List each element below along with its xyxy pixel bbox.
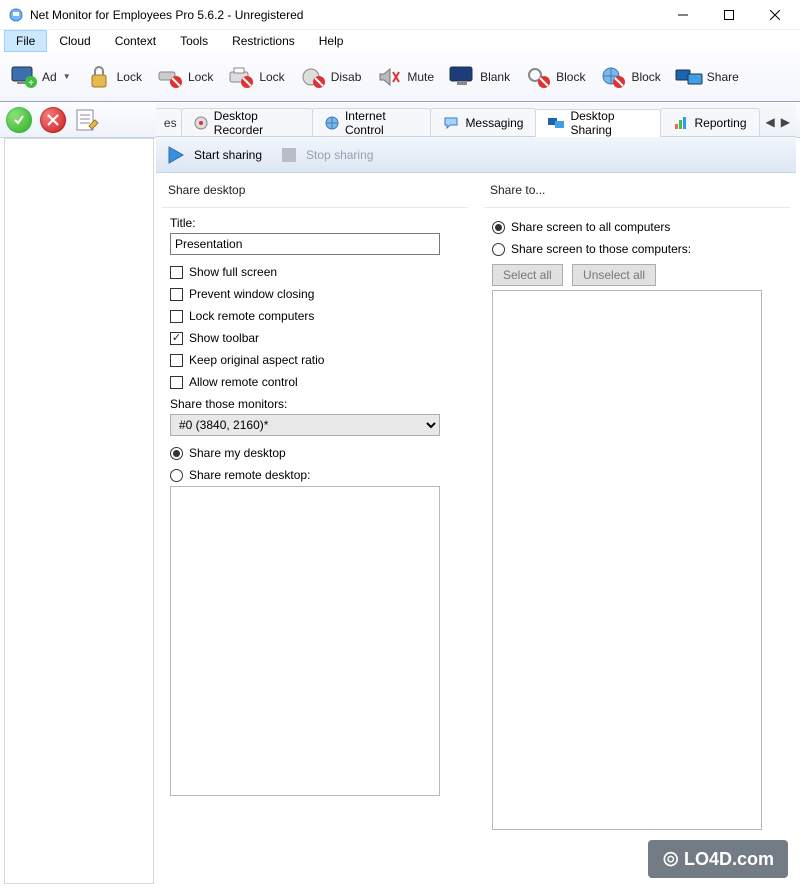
window-title: Net Monitor for Employees Pro 5.6.2 - Un… — [30, 8, 660, 22]
at-icon: ⊚ — [662, 846, 680, 872]
tool-disable[interactable]: Disab — [293, 55, 368, 99]
tab-overflow-left[interactable]: es — [156, 108, 182, 136]
ok-button[interactable] — [6, 107, 32, 133]
target-computers-list[interactable] — [492, 290, 762, 830]
menu-file[interactable]: File — [4, 30, 47, 52]
tool-mute[interactable]: Mute — [369, 55, 440, 99]
stop-icon — [280, 146, 298, 164]
monitors-label: Share those monitors: — [170, 397, 460, 411]
share-desktop-panel: Share desktop Title: Show full screen Pr… — [162, 181, 468, 878]
share-desktop-title: Share desktop — [162, 181, 468, 208]
radio-share-remote-desktop[interactable]: Share remote desktop: — [170, 464, 460, 486]
play-icon — [166, 145, 186, 165]
tab-scroll-nav[interactable]: ◀▶ — [760, 108, 796, 136]
chk-keep-aspect[interactable]: Keep original aspect ratio — [170, 349, 460, 371]
action-bar: Start sharing Stop sharing — [156, 137, 796, 173]
chk-allow-remote-control[interactable]: Allow remote control — [170, 371, 460, 393]
minimize-button[interactable] — [660, 1, 706, 29]
chat-icon — [443, 115, 459, 131]
padlock-icon — [85, 63, 113, 91]
app-icon — [8, 7, 24, 23]
share-screen-icon — [675, 63, 703, 91]
computers-tree[interactable] — [4, 138, 154, 884]
menu-tools[interactable]: Tools — [168, 30, 220, 52]
share-to-panel: Share to... Share screen to all computer… — [484, 181, 790, 878]
title-input[interactable] — [170, 233, 440, 255]
tool-block-search[interactable]: Block — [518, 55, 591, 99]
notes-icon[interactable] — [74, 107, 100, 133]
maximize-button[interactable] — [706, 1, 752, 29]
globe-block-icon — [599, 63, 627, 91]
radio-icon — [492, 243, 505, 256]
select-all-button[interactable]: Select all — [492, 264, 563, 286]
checkbox-icon — [170, 310, 183, 323]
title-label: Title: — [170, 216, 460, 230]
tool-lock-print[interactable]: Lock — [221, 55, 290, 99]
tabs-row: es Desktop Recorder Internet Control Mes… — [156, 103, 796, 137]
blank-screen-icon — [448, 63, 476, 91]
printer-block-icon — [227, 63, 255, 91]
menu-cloud[interactable]: Cloud — [47, 30, 102, 52]
start-sharing-button[interactable]: Start sharing — [166, 141, 262, 169]
checkbox-icon — [170, 288, 183, 301]
chk-lock-remote[interactable]: Lock remote computers — [170, 305, 460, 327]
tool-lock-1[interactable]: Lock — [79, 55, 148, 99]
tool-share[interactable]: Share — [669, 55, 745, 99]
stop-sharing-button[interactable]: Stop sharing — [280, 141, 373, 169]
checkbox-icon — [170, 266, 183, 279]
tab-reporting[interactable]: Reporting — [660, 108, 760, 136]
menubar: File Cloud Context Tools Restrictions He… — [0, 30, 800, 52]
tab-desktop-sharing[interactable]: Desktop Sharing — [535, 109, 660, 137]
search-block-icon — [524, 63, 552, 91]
radio-share-those[interactable]: Share screen to those computers: — [492, 238, 782, 260]
radio-icon — [170, 447, 183, 460]
sharing-icon — [548, 115, 564, 131]
tab-desktop-recorder[interactable]: Desktop Recorder — [181, 108, 313, 136]
checkbox-icon — [170, 354, 183, 367]
globe-icon — [325, 115, 339, 131]
watermark: ⊚ LO4D.com — [648, 840, 788, 878]
radio-icon — [170, 469, 183, 482]
checkbox-icon — [170, 376, 183, 389]
radio-share-my-desktop[interactable]: Share my desktop — [170, 442, 460, 464]
chevron-down-icon: ▼ — [63, 72, 71, 81]
chk-prevent-window-closing[interactable]: Prevent window closing — [170, 283, 460, 305]
chk-show-toolbar[interactable]: Show toolbar — [170, 327, 460, 349]
remote-desktop-list[interactable] — [170, 486, 440, 796]
usb-block-icon — [156, 63, 184, 91]
menu-help[interactable]: Help — [307, 30, 356, 52]
chk-show-full-screen[interactable]: Show full screen — [170, 261, 460, 283]
tool-add[interactable]: + Ad ▼ — [4, 55, 77, 99]
tab-scroll-left-icon[interactable]: ◀ — [764, 115, 777, 129]
menu-restrictions[interactable]: Restrictions — [220, 30, 307, 52]
tab-scroll-right-icon[interactable]: ▶ — [779, 115, 792, 129]
disable-icon — [299, 63, 327, 91]
monitor-add-icon: + — [10, 63, 38, 91]
tab-internet-control[interactable]: Internet Control — [312, 108, 432, 136]
tool-lock-usb[interactable]: Lock — [150, 55, 219, 99]
unselect-all-button[interactable]: Unselect all — [572, 264, 656, 286]
main-toolbar: + Ad ▼ Lock Lock Lock Disab Mute Blank B… — [0, 52, 800, 102]
radio-icon — [492, 221, 505, 234]
menu-context[interactable]: Context — [103, 30, 168, 52]
svg-text:+: + — [28, 78, 34, 88]
close-button[interactable] — [752, 1, 798, 29]
cancel-button[interactable] — [40, 107, 66, 133]
monitors-select[interactable]: #0 (3840, 2160)* — [170, 414, 440, 436]
tab-messaging[interactable]: Messaging — [430, 108, 536, 136]
titlebar: Net Monitor for Employees Pro 5.6.2 - Un… — [0, 0, 800, 30]
mute-icon — [375, 63, 403, 91]
checkbox-icon — [170, 332, 183, 345]
radio-share-all[interactable]: Share screen to all computers — [492, 216, 782, 238]
recorder-icon — [194, 115, 208, 131]
tool-block-web[interactable]: Block — [593, 55, 666, 99]
share-to-title: Share to... — [484, 181, 790, 208]
chart-icon — [673, 115, 689, 131]
tool-blank[interactable]: Blank — [442, 55, 516, 99]
